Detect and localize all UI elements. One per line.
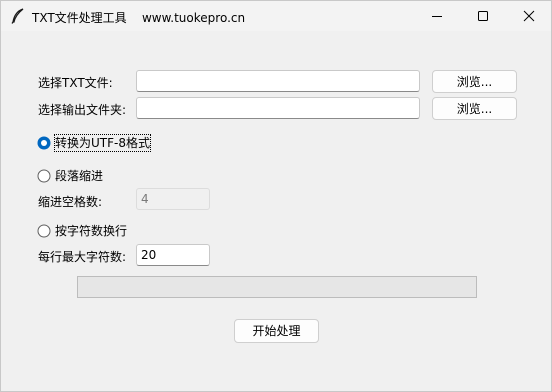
- window-title: TXT文件处理工具 www.tuokepro.cn: [32, 9, 245, 26]
- minimize-button[interactable]: [414, 1, 460, 31]
- title-bar: TXT文件处理工具 www.tuokepro.cn: [1, 1, 551, 31]
- select-file-label: 选择TXT文件:: [38, 76, 113, 90]
- radio-selected-icon: [37, 136, 51, 150]
- minimize-icon: [432, 16, 442, 17]
- maximize-button[interactable]: [460, 1, 506, 31]
- radio-utf8-label: 转换为UTF-8格式: [54, 134, 151, 152]
- output-folder-label: 选择输出文件夹:: [38, 103, 127, 117]
- website-url: www.tuokepro.cn: [141, 11, 246, 25]
- close-button[interactable]: [506, 1, 552, 31]
- app-title: TXT文件处理工具: [32, 11, 127, 25]
- browse-folder-button[interactable]: 浏览...: [432, 97, 517, 120]
- radio-unselected-icon: [37, 224, 51, 238]
- start-processing-button[interactable]: 开始处理: [234, 319, 319, 343]
- radio-wrap-label: 按字符数换行: [55, 224, 128, 238]
- close-icon: [523, 10, 535, 22]
- browse-file-button[interactable]: 浏览...: [432, 70, 517, 93]
- output-folder-input[interactable]: [136, 97, 420, 119]
- indent-spaces-input[interactable]: [136, 188, 210, 210]
- progress-bar: [77, 276, 477, 298]
- indent-spaces-label: 缩进空格数:: [38, 195, 103, 209]
- file-path-input[interactable]: [136, 70, 420, 92]
- max-chars-label: 每行最大字符数:: [38, 250, 127, 264]
- radio-unselected-icon: [37, 169, 51, 183]
- maximize-icon: [478, 11, 488, 21]
- feather-icon: [11, 8, 25, 24]
- max-chars-input[interactable]: [136, 244, 210, 266]
- radio-indent-label: 段落缩进: [55, 169, 104, 183]
- app-window: TXT文件处理工具 www.tuokepro.cn 选择TXT文件: 浏览...…: [0, 0, 552, 392]
